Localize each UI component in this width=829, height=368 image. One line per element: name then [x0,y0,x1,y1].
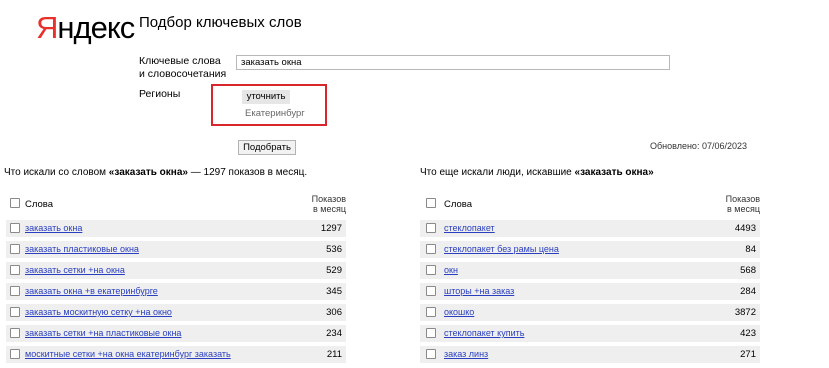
regions-label: Регионы [139,88,181,100]
row-checkbox[interactable] [10,265,20,275]
impressions-count: 211 [326,349,342,360]
left-col-count-line1: Показов [311,194,346,204]
refine-region-button[interactable]: уточнить [242,90,290,104]
keyword-link[interactable]: заказать окна +в екатеринбурге [25,286,158,296]
keywords-label-line2: и словосочетания [139,68,227,80]
keyword-link[interactable]: окошко [444,307,474,317]
keywords-label-line1: Ключевые слова [139,55,221,67]
left-col-count-line2: в месяц [312,204,346,214]
right-title-query: «заказать окна» [574,167,654,178]
row-checkbox[interactable] [426,307,436,317]
table-row: заказать пластиковые окна 536 [6,241,346,258]
keywords-input[interactable] [236,55,670,70]
table-row: заказать окна 1297 [6,220,346,237]
row-checkbox[interactable] [10,349,20,359]
keyword-link[interactable]: стеклопакет купить [444,328,524,338]
keyword-link[interactable]: заказать пластиковые окна [25,244,139,254]
left-select-all-checkbox[interactable] [10,198,20,208]
row-checkbox[interactable] [10,307,20,317]
keywords-label: Ключевые слова и словосочетания [139,55,226,81]
left-section-title: Что искали со словом «заказать окна» — 1… [4,167,307,178]
left-table-header: Слова Показов в месяц [6,194,346,216]
right-title-prefix: Что еще искали люди, искавшие [420,167,575,178]
row-checkbox[interactable] [10,244,20,254]
table-row: заказать сетки +на окна 529 [6,262,346,279]
yandex-logo[interactable]: Яндекс [36,10,135,46]
keyword-link[interactable]: окн [444,265,458,275]
table-row: москитные сетки +на окна екатеринбург за… [6,346,346,363]
impressions-count: 529 [326,265,342,276]
keyword-link[interactable]: шторы +на заказ [444,286,514,296]
updated-date: Обновлено: 07/06/2023 [650,141,747,151]
left-col-count: Показов в месяц [312,194,346,214]
right-table-header: Слова Показов в месяц [420,194,760,216]
keyword-link[interactable]: стеклопакет без рамы цена [444,244,559,254]
impressions-count: 284 [740,286,756,297]
left-title-prefix: Что искали со словом [4,167,109,178]
region-value: Екатеринбург [245,108,305,119]
row-checkbox[interactable] [10,286,20,296]
left-title-suffix: — 1297 показов в месяц. [187,167,308,178]
table-row: заказ линз 271 [420,346,760,363]
right-rows: стеклопакет 4493 стеклопакет без рамы цена… [420,220,760,363]
keyword-link[interactable]: заказать москитную сетку +на окно [25,307,172,317]
row-checkbox[interactable] [426,223,436,233]
right-col-count-line2: в месяц [726,204,760,214]
table-row: стеклопакет 4493 [420,220,760,237]
keyword-link[interactable]: стеклопакет [444,223,495,233]
keyword-link[interactable]: заказать сетки +на пластиковые окна [25,328,181,338]
left-rows: заказать окна 1297 заказать пластиковые ок… [6,220,346,363]
right-section-title: Что еще искали люди, искавшие «заказать … [420,167,654,178]
impressions-count: 84 [745,244,756,255]
right-results-table: Слова Показов в месяц стеклопакет 4493 сте… [420,194,760,363]
impressions-count: 4493 [734,223,756,234]
table-row: стеклопакет без рамы цена 84 [420,241,760,258]
row-checkbox[interactable] [426,286,436,296]
pick-button[interactable]: Подобрать [238,140,296,155]
page-title: Подбор ключевых слов [139,14,302,31]
impressions-count: 1297 [320,223,342,234]
table-row: окн 568 [420,262,760,279]
left-col-words: Слова [25,199,54,210]
right-col-count: Показов в месяц [726,194,760,214]
keyword-link[interactable]: заказать окна [25,223,82,233]
keyword-link[interactable]: заказать сетки +на окна [25,265,125,275]
impressions-count: 423 [740,328,756,339]
impressions-count: 536 [326,244,342,255]
impressions-count: 345 [326,286,342,297]
impressions-count: 568 [740,265,756,276]
table-row: стеклопакет купить 423 [420,325,760,342]
right-col-words: Слова [444,199,473,210]
table-row: окошко 3872 [420,304,760,321]
table-row: шторы +на заказ 284 [420,283,760,300]
impressions-count: 234 [326,328,342,339]
row-checkbox[interactable] [426,265,436,275]
right-col-count-line1: Показов [725,194,760,204]
row-checkbox[interactable] [10,223,20,233]
impressions-count: 306 [326,307,342,318]
row-checkbox[interactable] [426,244,436,254]
right-select-all-checkbox[interactable] [426,198,436,208]
table-row: заказать сетки +на пластиковые окна 234 [6,325,346,342]
row-checkbox[interactable] [426,328,436,338]
impressions-count: 3872 [734,307,756,318]
row-checkbox[interactable] [10,328,20,338]
keyword-link[interactable]: заказ линз [444,349,488,359]
left-title-query: «заказать окна» [108,167,188,178]
row-checkbox[interactable] [426,349,436,359]
left-results-table: Слова Показов в месяц заказать окна 1297 з… [6,194,346,363]
impressions-count: 271 [740,349,756,360]
table-row: заказать окна +в екатеринбурге 345 [6,283,346,300]
table-row: заказать москитную сетку +на окно 306 [6,304,346,321]
keyword-link[interactable]: москитные сетки +на окна екатеринбург за… [25,349,231,359]
